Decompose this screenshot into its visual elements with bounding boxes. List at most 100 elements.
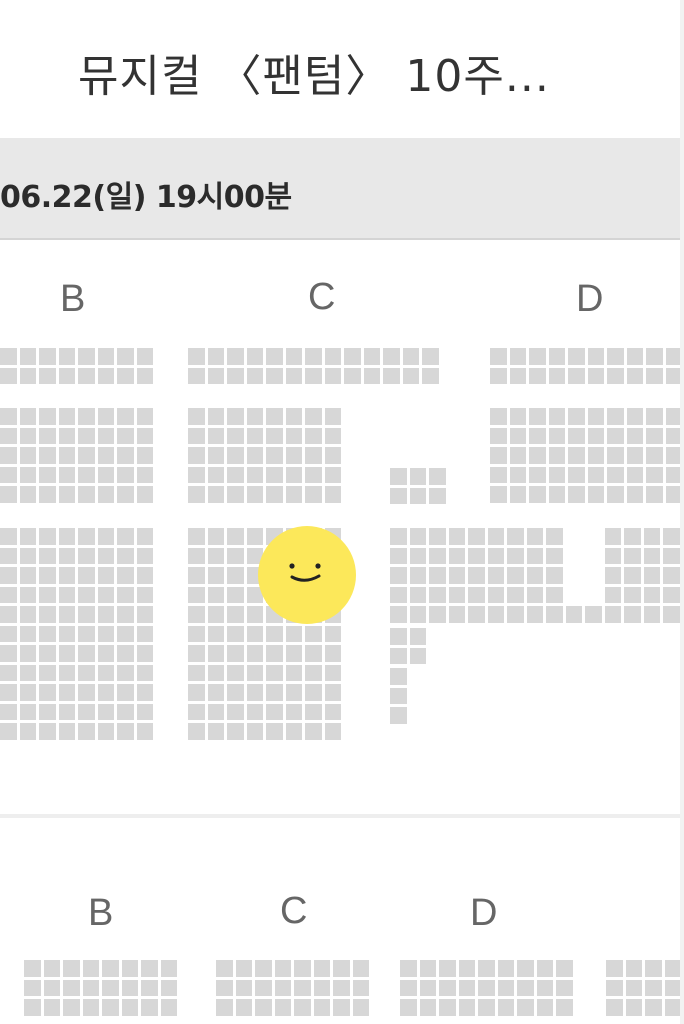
- seat[interactable]: [285, 664, 302, 681]
- seat[interactable]: [517, 960, 534, 977]
- seat[interactable]: [646, 447, 663, 464]
- seat[interactable]: [58, 348, 75, 365]
- seat[interactable]: [216, 999, 233, 1016]
- seat[interactable]: [645, 960, 662, 977]
- seat[interactable]: [478, 999, 495, 1016]
- seat[interactable]: [117, 486, 134, 503]
- seat[interactable]: [19, 486, 36, 503]
- seat[interactable]: [625, 979, 642, 996]
- seat[interactable]: [439, 999, 456, 1016]
- seat[interactable]: [0, 723, 17, 740]
- seat[interactable]: [39, 367, 56, 384]
- seat[interactable]: [352, 960, 369, 977]
- seat[interactable]: [82, 979, 99, 996]
- seat[interactable]: [285, 703, 302, 720]
- seat[interactable]: [82, 999, 99, 1016]
- seat[interactable]: [509, 427, 526, 444]
- seat[interactable]: [604, 606, 621, 623]
- seat[interactable]: [429, 567, 446, 584]
- seat[interactable]: [97, 466, 114, 483]
- seat[interactable]: [97, 606, 114, 623]
- seat[interactable]: [419, 999, 436, 1016]
- seat[interactable]: [97, 486, 114, 503]
- seat[interactable]: [136, 703, 153, 720]
- seat[interactable]: [419, 979, 436, 996]
- seat[interactable]: [207, 427, 224, 444]
- seat[interactable]: [227, 703, 244, 720]
- seat[interactable]: [390, 547, 407, 564]
- seat[interactable]: [39, 684, 56, 701]
- seat[interactable]: [227, 447, 244, 464]
- seat[interactable]: [19, 466, 36, 483]
- seat[interactable]: [207, 528, 224, 545]
- seat[interactable]: [188, 703, 205, 720]
- seat[interactable]: [409, 647, 426, 664]
- seat[interactable]: [409, 628, 426, 645]
- seat[interactable]: [497, 979, 514, 996]
- seat[interactable]: [188, 625, 205, 642]
- seat[interactable]: [58, 703, 75, 720]
- seat[interactable]: [227, 625, 244, 642]
- seat[interactable]: [509, 486, 526, 503]
- seat[interactable]: [487, 586, 504, 603]
- seat[interactable]: [458, 979, 475, 996]
- seat[interactable]: [429, 606, 446, 623]
- seat[interactable]: [587, 408, 604, 425]
- seat[interactable]: [285, 348, 302, 365]
- seat[interactable]: [324, 486, 341, 503]
- seat[interactable]: [333, 999, 350, 1016]
- seat[interactable]: [305, 625, 322, 642]
- seat[interactable]: [429, 528, 446, 545]
- seat[interactable]: [556, 999, 573, 1016]
- seat[interactable]: [324, 367, 341, 384]
- seat[interactable]: [136, 466, 153, 483]
- seat[interactable]: [255, 979, 272, 996]
- seat[interactable]: [39, 348, 56, 365]
- seat[interactable]: [478, 960, 495, 977]
- seat[interactable]: [643, 547, 660, 564]
- seat[interactable]: [448, 567, 465, 584]
- seat[interactable]: [487, 567, 504, 584]
- seat[interactable]: [526, 528, 543, 545]
- seat[interactable]: [78, 567, 95, 584]
- seat[interactable]: [207, 567, 224, 584]
- seat[interactable]: [97, 703, 114, 720]
- seat[interactable]: [136, 528, 153, 545]
- seat[interactable]: [246, 348, 263, 365]
- seat[interactable]: [78, 528, 95, 545]
- seat[interactable]: [646, 486, 663, 503]
- seat[interactable]: [78, 408, 95, 425]
- seat[interactable]: [235, 960, 252, 977]
- seat[interactable]: [117, 547, 134, 564]
- seat[interactable]: [19, 625, 36, 642]
- seat[interactable]: [0, 348, 17, 365]
- seat[interactable]: [409, 528, 426, 545]
- seat[interactable]: [607, 486, 624, 503]
- seat[interactable]: [82, 960, 99, 977]
- seat[interactable]: [117, 684, 134, 701]
- seat[interactable]: [58, 528, 75, 545]
- seat[interactable]: [255, 999, 272, 1016]
- seat[interactable]: [58, 586, 75, 603]
- seat[interactable]: [136, 606, 153, 623]
- seat[interactable]: [604, 567, 621, 584]
- seat[interactable]: [19, 723, 36, 740]
- seat[interactable]: [548, 367, 565, 384]
- seat[interactable]: [19, 547, 36, 564]
- seat[interactable]: [468, 586, 485, 603]
- seat[interactable]: [227, 664, 244, 681]
- seat[interactable]: [626, 348, 643, 365]
- seat[interactable]: [643, 606, 660, 623]
- seat[interactable]: [188, 367, 205, 384]
- seat[interactable]: [121, 960, 138, 977]
- seat[interactable]: [390, 487, 407, 504]
- seat[interactable]: [285, 625, 302, 642]
- seat[interactable]: [285, 486, 302, 503]
- seat[interactable]: [458, 960, 475, 977]
- seat[interactable]: [490, 427, 507, 444]
- seat[interactable]: [497, 960, 514, 977]
- seat[interactable]: [0, 547, 17, 564]
- seat[interactable]: [568, 408, 585, 425]
- seat[interactable]: [207, 367, 224, 384]
- seat[interactable]: [97, 547, 114, 564]
